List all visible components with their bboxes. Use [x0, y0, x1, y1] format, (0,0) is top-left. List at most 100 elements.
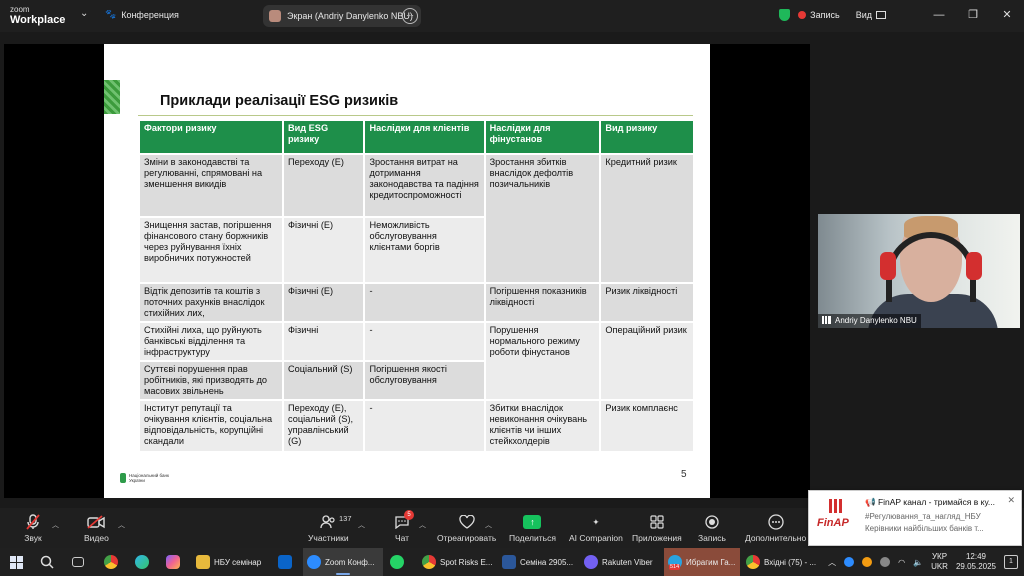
- taskbar-item[interactable]: Ибрагим Га...: [664, 548, 740, 576]
- chat-label: Чат: [394, 533, 410, 543]
- zoom-window: zoom Workplace ⌄ 🐾 Конференция Экран (An…: [0, 0, 1024, 576]
- table-header-cell: Фактори ризику: [140, 121, 283, 153]
- notification-line: #Регулювання_та_нагляд_НБУ: [865, 512, 981, 521]
- participant-figure: [858, 214, 998, 328]
- taskbar-item-label: Spot Risks E...: [440, 557, 493, 567]
- taskbar-item[interactable]: Rakuten Viber: [584, 548, 658, 576]
- taskbar-item-label: Ибрагим Га...: [686, 557, 736, 567]
- finap-logo: FinAP: [817, 499, 855, 537]
- notification-toast[interactable]: FinAP 📢 FinAP канал - тримайся в ку... #…: [808, 490, 1022, 546]
- more-options-icon[interactable]: ···: [402, 8, 418, 24]
- table-cell: Фізичні (E): [284, 218, 364, 282]
- zoom-tray-icon[interactable]: [844, 557, 855, 567]
- video-label: Видео: [84, 533, 109, 543]
- table-header-cell: Наслідки для фінустанов: [485, 121, 600, 153]
- table-cell: Суттєві порушення прав робітників, які п…: [140, 362, 283, 399]
- chevron-up-icon[interactable]: ︿: [118, 520, 125, 530]
- language-indicator[interactable]: УКР UKR: [931, 552, 948, 572]
- microphone-muted-icon: [24, 514, 42, 530]
- record-button[interactable]: Запись: [698, 514, 726, 543]
- record-dot-icon: [798, 10, 807, 19]
- participant-video[interactable]: Andriy Danylenko NBU: [818, 214, 1020, 328]
- shield-icon[interactable]: [779, 8, 791, 21]
- video-button[interactable]: Видео: [84, 514, 109, 543]
- search-button[interactable]: [40, 548, 54, 576]
- table-cell: Збитки внаслідок невиконання очікувань к…: [485, 401, 600, 451]
- tray-app-icon[interactable]: [880, 557, 891, 567]
- close-icon[interactable]: ✕: [1007, 495, 1015, 506]
- clock[interactable]: 12:49 29.05.2025: [956, 552, 996, 572]
- slide-page-number: 5: [681, 469, 687, 480]
- chevron-up-icon[interactable]: ︿: [419, 520, 426, 530]
- share-button[interactable]: ↑ Поделиться: [509, 514, 556, 543]
- esg-risk-table: Фактори ризику Вид ESG ризику Наслідки д…: [138, 119, 695, 453]
- windows-icon: [10, 555, 23, 569]
- more-button[interactable]: Дополнительно: [745, 514, 806, 543]
- speaker-icon[interactable]: 🔈: [913, 558, 923, 567]
- logo-line2: Workplace: [10, 14, 66, 26]
- title-bar: zoom Workplace ⌄ 🐾 Конференция Экран (An…: [0, 0, 1024, 32]
- chevron-up-icon[interactable]: ︿: [358, 520, 365, 530]
- table-cell: Зростання витрат на дотримання законодав…: [365, 155, 484, 216]
- table-cell: Знищення застав, погіршення фінансового …: [140, 218, 283, 282]
- clock-date: 29.05.2025: [955, 562, 996, 571]
- participant-name: Andriy Danylenko NBU: [835, 316, 917, 325]
- ai-companion-button[interactable]: ✦ AI Companion: [569, 514, 623, 544]
- zoom-icon: [307, 555, 321, 569]
- taskbar-item[interactable]: Вхідні (75) - ...: [746, 548, 822, 576]
- taskbar-item[interactable]: Zoom Конф...: [303, 548, 383, 576]
- system-tray: ︿ ◠ 🔈 УКР UKR 12:49 29.05.2025 1: [828, 548, 1024, 576]
- apps-icon: [648, 514, 666, 530]
- taskbar-item[interactable]: НБУ семінар: [196, 548, 270, 576]
- view-button[interactable]: Вид: [856, 10, 872, 20]
- table-cell: Неможливість обслуговування клієнтами бо…: [365, 218, 484, 282]
- chrome-icon: [422, 555, 436, 569]
- restore-button[interactable]: ❐: [956, 8, 990, 21]
- outlook-button[interactable]: [278, 548, 292, 576]
- participants-icon: [319, 514, 337, 530]
- slide-title: Приклади реалізації ESG ризиків: [160, 93, 399, 109]
- audio-button[interactable]: Звук: [24, 514, 42, 543]
- chevron-up-icon[interactable]: ︿: [52, 520, 59, 530]
- chrome-icon: [746, 555, 760, 569]
- recording-label[interactable]: Запись: [810, 10, 840, 20]
- screen-share-label: Экран (Andriy Danylenko NBU): [287, 11, 413, 21]
- paw-icon: 🐾: [105, 9, 117, 19]
- task-view-icon: [72, 557, 84, 567]
- taskbar-item[interactable]: Spot Risks E...: [422, 548, 494, 576]
- taskbar-item[interactable]: Семіна 2905...: [502, 548, 576, 576]
- apps-button[interactable]: Приложения: [632, 514, 682, 543]
- table-cell: Інститут репутації та очікування клієнті…: [140, 401, 283, 451]
- grid-view-icon[interactable]: [876, 10, 886, 19]
- notification-title: 📢 FinAP канал - тримайся в ку...: [865, 497, 995, 507]
- record-icon: [703, 514, 721, 530]
- table-cell: Погіршення якості обслуговування: [365, 362, 484, 399]
- wifi-icon[interactable]: ◠: [898, 558, 905, 567]
- edge-button[interactable]: [135, 548, 149, 576]
- chrome-button[interactable]: [104, 548, 118, 576]
- react-label: Отреагировать: [437, 533, 497, 543]
- task-view-button[interactable]: [72, 548, 84, 576]
- chevron-down-icon[interactable]: ⌄: [80, 8, 88, 19]
- taskbar-item-label: Rakuten Viber: [602, 557, 653, 567]
- tray-app-icon[interactable]: [862, 557, 873, 567]
- chevron-up-icon[interactable]: ︿: [485, 520, 492, 530]
- telegram-badge: 514: [669, 564, 681, 570]
- screen-share-indicator[interactable]: Экран (Andriy Danylenko NBU) ···: [263, 5, 421, 27]
- whatsapp-button[interactable]: [390, 548, 404, 576]
- minimize-button[interactable]: —: [922, 9, 956, 21]
- taskbar-item-label: НБУ семінар: [214, 557, 262, 567]
- copilot-button[interactable]: [166, 548, 180, 576]
- apps-label: Приложения: [632, 533, 682, 543]
- camera-off-icon: [87, 514, 106, 530]
- table-cell: Ризик комплаєнс: [601, 401, 693, 451]
- language-bottom: UKR: [931, 562, 948, 571]
- sparkle-icon: ✦: [592, 516, 600, 527]
- conference-menu[interactable]: 🐾 Конференция: [105, 9, 179, 20]
- chevron-up-icon[interactable]: ︿: [828, 557, 836, 568]
- notification-center-icon[interactable]: 1: [1004, 555, 1018, 569]
- whatsapp-icon: [390, 555, 404, 569]
- title-divider: [138, 115, 693, 116]
- close-button[interactable]: ✕: [990, 8, 1024, 21]
- start-button[interactable]: [10, 548, 23, 576]
